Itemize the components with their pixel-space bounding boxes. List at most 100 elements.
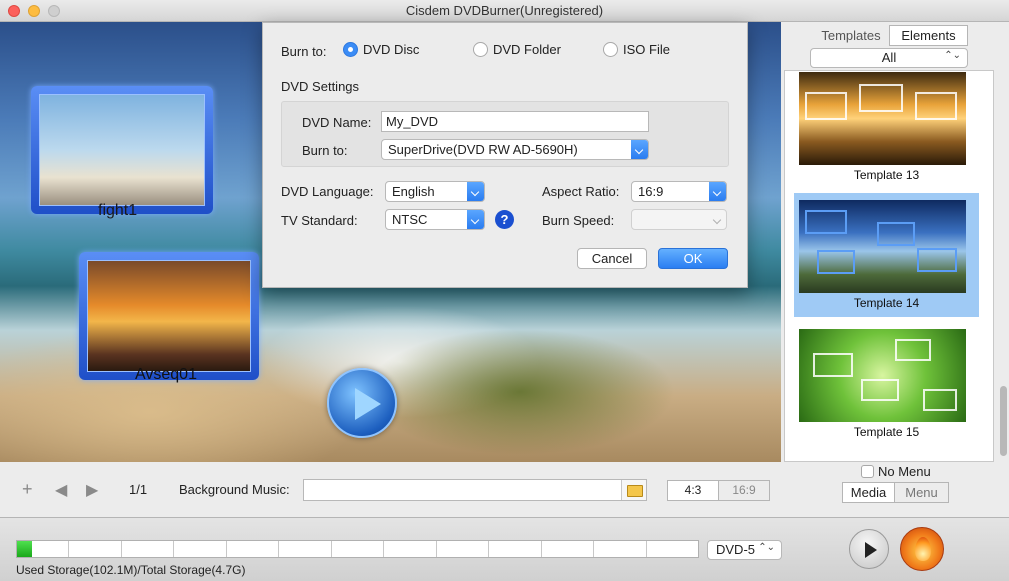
right-panel: Templates Elements All ⌃⌄ Template 13 Te… [781, 22, 1009, 517]
template-thumbnail [799, 329, 966, 422]
dvd-name-field[interactable]: My_DVD [381, 111, 649, 132]
chevron-updown-icon: ⌃⌄ [944, 50, 961, 61]
ok-button[interactable]: OK [658, 248, 728, 269]
chevron-down-icon [709, 182, 726, 201]
template-thumbnail [799, 72, 966, 165]
menu-play-button[interactable] [327, 368, 397, 438]
thumbnail-image [87, 260, 251, 372]
burn-to-label: Burn to: [281, 44, 327, 59]
flame-icon [915, 537, 931, 561]
frame-icon [813, 353, 853, 377]
chevron-down-icon [709, 210, 726, 229]
tv-standard-select[interactable]: NTSC [385, 209, 485, 230]
template-filter-value: All [881, 50, 897, 65]
template-name: Template 15 [853, 425, 920, 439]
radio-unselected-icon [473, 42, 488, 57]
aspect-ratio-value: 16:9 [638, 184, 664, 199]
minimize-window-button[interactable] [28, 5, 40, 17]
storage-text: Used Storage(102.1M)/Total Storage(4.7G) [16, 563, 246, 577]
frame-icon [915, 92, 957, 120]
thumbnail-label[interactable]: fight1 [98, 202, 137, 220]
cancel-button[interactable]: Cancel [577, 248, 647, 269]
chevron-down-icon [467, 182, 484, 201]
menu-thumbnail-avseq01[interactable] [79, 252, 259, 380]
aspect-ratio-select[interactable]: 16:9 [631, 181, 727, 202]
burner-select[interactable]: SuperDrive(DVD RW AD-5690H) [381, 139, 649, 160]
tab-media[interactable]: Media [842, 482, 895, 503]
template-filter-select[interactable]: All ⌃⌄ [810, 48, 968, 68]
template-list[interactable]: Template 13 Template 14 Template 15 [784, 70, 994, 462]
aspect-ratio-label: Aspect Ratio: [542, 184, 620, 199]
template-list-scrollbar[interactable] [1000, 70, 1007, 462]
thumbnail-image [39, 94, 205, 206]
frame-icon [805, 92, 847, 120]
frame-icon [817, 250, 855, 274]
frame-icon [805, 210, 847, 234]
burner-label: Burn to: [302, 143, 348, 158]
radio-unselected-icon [603, 42, 618, 57]
plus-icon[interactable]: + [22, 479, 33, 500]
template-item-selected[interactable]: Template 14 [794, 193, 979, 317]
burner-select-value: SuperDrive(DVD RW AD-5690H) [388, 142, 578, 157]
frame-icon [877, 222, 915, 246]
preview-play-button[interactable] [849, 529, 889, 569]
template-name: Template 14 [853, 296, 920, 310]
disc-type-select[interactable]: DVD-5 ⌃⌄ [707, 540, 782, 560]
template-item[interactable]: Template 13 [794, 71, 979, 183]
bottom-toolbar: + ◀ ▶ 1/1 Background Music: 4:3 16:9 [0, 462, 781, 517]
burn-settings-dialog: Burn to: DVD Disc DVD Folder ISO File DV… [262, 22, 748, 288]
dvd-settings-heading: DVD Settings [281, 79, 360, 94]
play-icon [865, 542, 877, 558]
radio-iso-file[interactable]: ISO File [603, 42, 670, 57]
dvd-language-select[interactable]: English [385, 181, 485, 202]
ratio-4-3-button[interactable]: 4:3 [667, 480, 719, 501]
chevron-updown-icon: ⌃⌄ [758, 542, 775, 553]
dvd-name-label: DVD Name: [302, 115, 372, 130]
template-name: Template 13 [853, 168, 920, 182]
folder-icon[interactable] [621, 480, 646, 500]
burn-speed-select[interactable] [631, 209, 727, 230]
radio-selected-icon [343, 42, 358, 57]
radio-dvd-disc[interactable]: DVD Disc [343, 42, 419, 57]
frame-icon [895, 339, 931, 361]
help-icon[interactable]: ? [495, 210, 514, 229]
radio-dvd-folder[interactable]: DVD Folder [473, 42, 561, 57]
status-bar: Used Storage(102.1M)/Total Storage(4.7G)… [0, 517, 1009, 581]
frame-icon [861, 379, 899, 401]
radio-label: DVD Disc [363, 42, 420, 57]
arrow-right-icon[interactable]: ▶ [86, 480, 98, 500]
chevron-down-icon [467, 210, 484, 229]
tab-templates[interactable]: Templates [815, 25, 887, 46]
tab-elements[interactable]: Elements [889, 25, 968, 46]
burn-button[interactable] [900, 527, 944, 571]
template-thumbnail [799, 200, 966, 293]
menu-thumbnail-fight1[interactable] [31, 86, 213, 214]
radio-label: ISO File [623, 42, 670, 57]
arrow-left-icon[interactable]: ◀ [55, 480, 67, 500]
window-title: Cisdem DVDBurner(Unregistered) [405, 3, 604, 18]
chevron-down-icon [631, 140, 648, 159]
dvd-language-label: DVD Language: [281, 184, 374, 199]
storage-meter-fill [17, 541, 32, 557]
frame-icon [859, 84, 903, 112]
background-music-field[interactable] [303, 479, 647, 501]
scroll-thumb[interactable] [1000, 386, 1007, 456]
frame-icon [923, 389, 957, 411]
page-indicator: 1/1 [129, 482, 148, 497]
tab-menu[interactable]: Menu [894, 482, 949, 503]
ratio-16-9-button[interactable]: 16:9 [718, 480, 770, 501]
template-item[interactable]: Template 15 [794, 329, 979, 453]
burn-speed-label: Burn Speed: [542, 213, 615, 228]
thumbnail-label[interactable]: Avseq01 [135, 366, 197, 384]
close-window-button[interactable] [8, 5, 20, 17]
disc-type-value: DVD-5 [716, 542, 756, 557]
storage-meter [16, 540, 699, 558]
dvd-language-value: English [392, 184, 435, 199]
no-menu-checkbox[interactable] [861, 465, 874, 478]
tv-standard-label: TV Standard: [281, 213, 358, 228]
no-menu-label: No Menu [878, 464, 931, 479]
tv-standard-value: NTSC [392, 212, 428, 227]
frame-icon [917, 248, 957, 272]
zoom-window-button[interactable] [48, 5, 60, 17]
dvd-settings-group: DVD Name: My_DVD Burn to: SuperDrive(DVD… [281, 101, 729, 167]
